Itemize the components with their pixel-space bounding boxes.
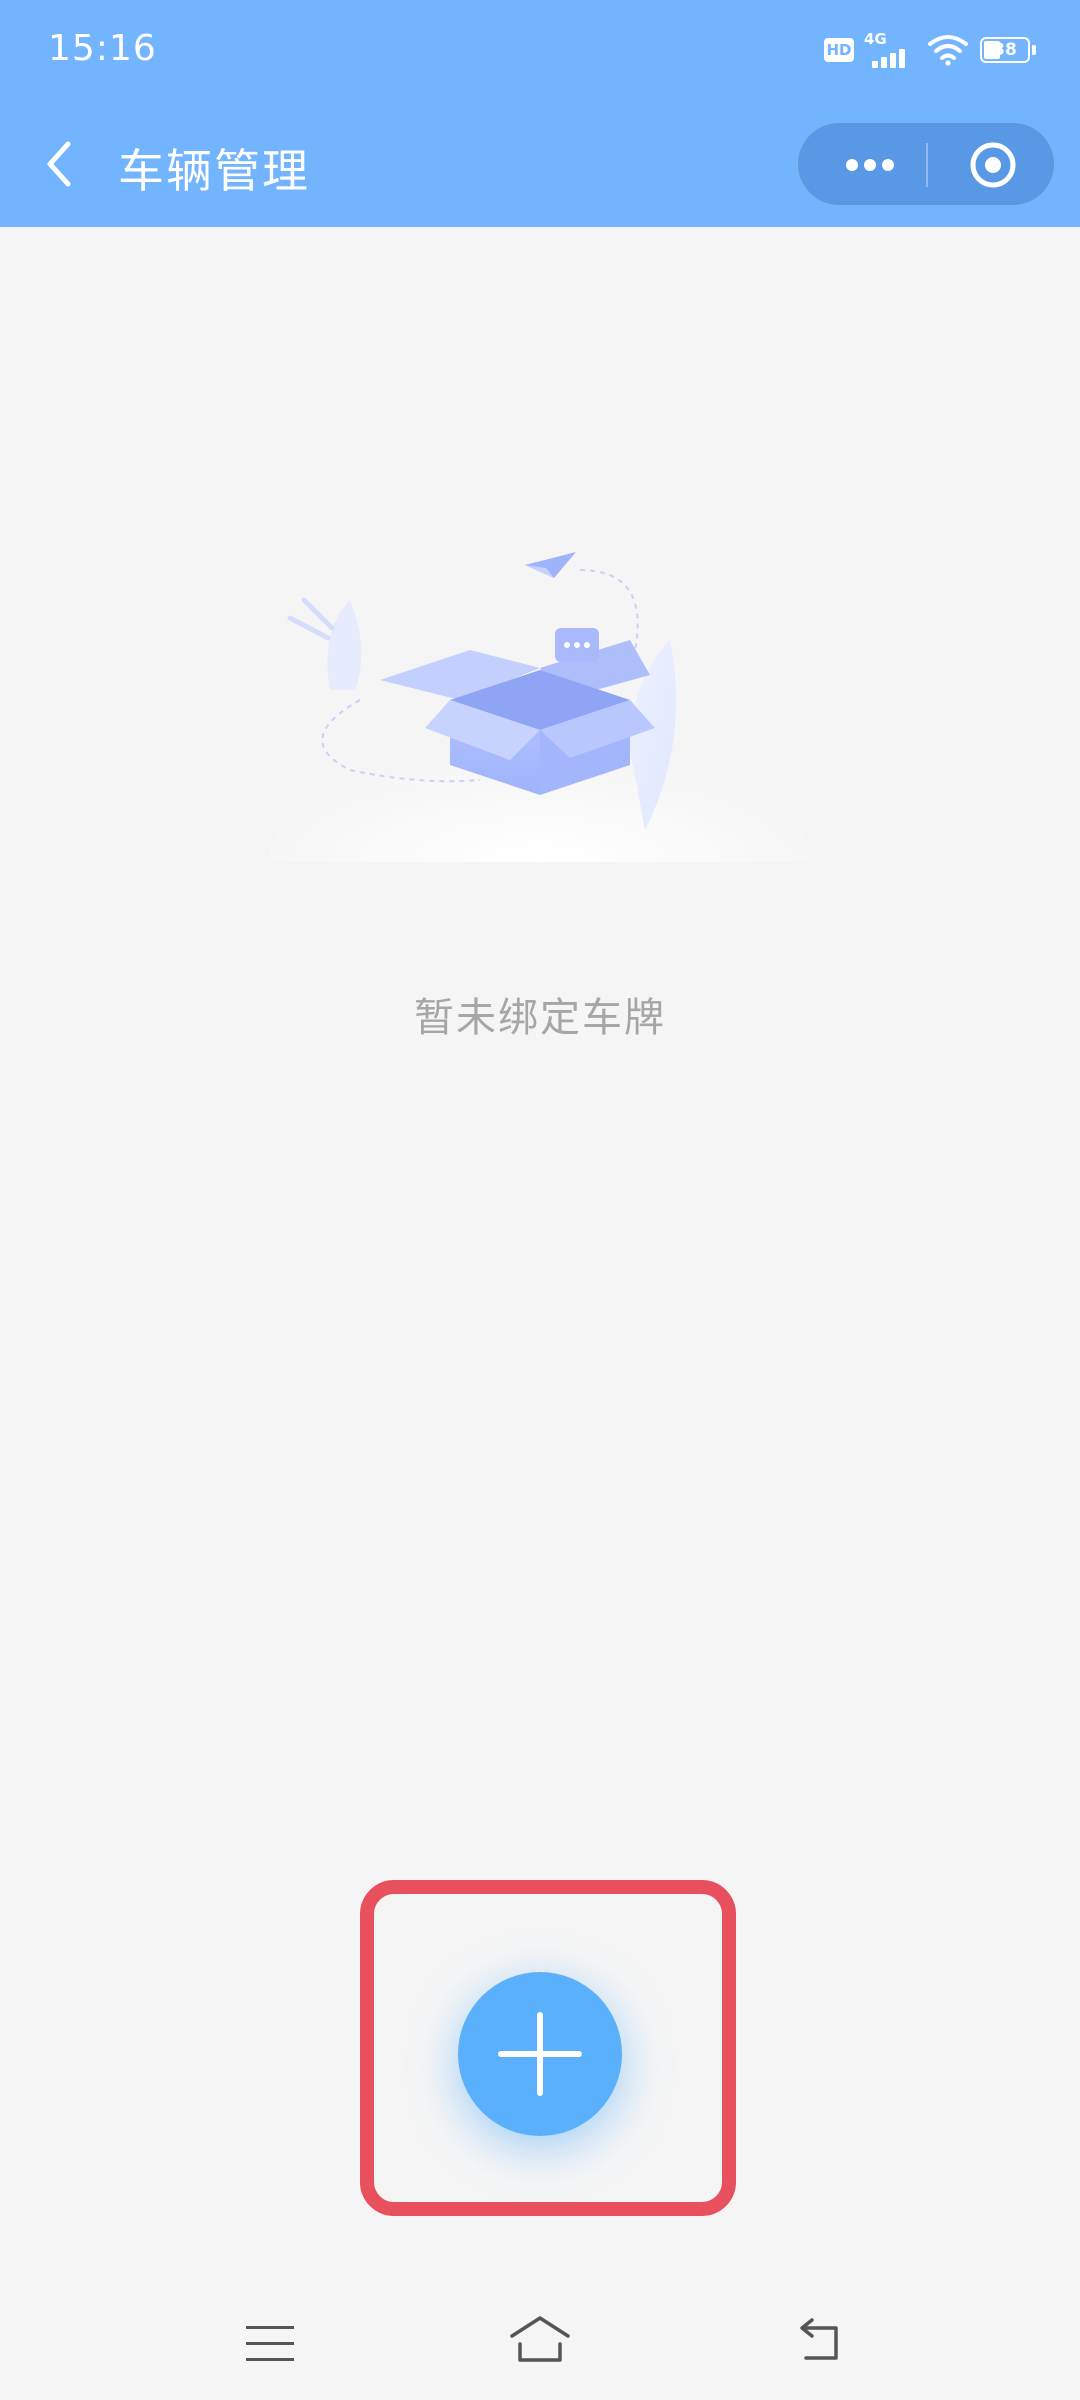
battery-icon: 38 (980, 37, 1030, 63)
battery-level: 38 (993, 40, 1017, 60)
empty-state-text: 暂未绑定车牌 (414, 995, 666, 1041)
hd-icon: HD (824, 38, 854, 62)
status-icons: HD 4G 38 (820, 0, 1080, 100)
back-arrow-icon[interactable] (790, 2310, 850, 2370)
target-close-icon[interactable] (948, 135, 1038, 195)
more-dots-icon[interactable] (818, 135, 918, 195)
plus-icon-vertical (537, 2012, 543, 2096)
more-dot (882, 159, 894, 171)
capsule-divider (926, 143, 928, 187)
header: 15:16 HD 4G 38 车辆管理 (0, 0, 1080, 227)
home-icon[interactable] (504, 2308, 576, 2372)
empty-box-icon (270, 552, 810, 870)
status-time: 15:16 (48, 28, 157, 69)
more-dot (846, 159, 858, 171)
battery-cap (1032, 45, 1036, 55)
signal-icon (870, 48, 912, 68)
system-nav-bar (0, 2280, 1080, 2400)
more-dot (864, 159, 876, 171)
network-type-label: 4G (864, 30, 887, 48)
wifi-icon (928, 35, 968, 66)
page-title: 车辆管理 (118, 144, 310, 198)
mini-program-capsule (797, 122, 1055, 206)
add-vehicle-button[interactable] (458, 1972, 622, 2136)
menu-icon[interactable] (240, 2320, 300, 2370)
back-button[interactable] (30, 132, 90, 196)
